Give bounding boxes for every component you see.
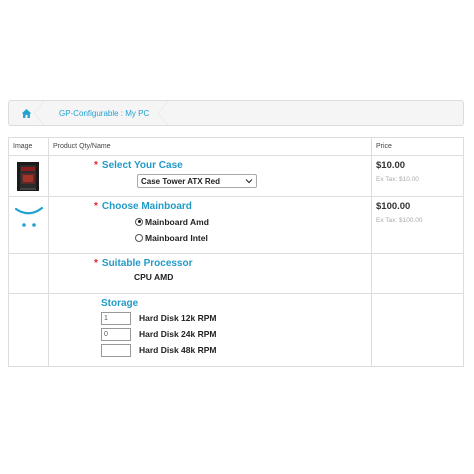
radio-button[interactable] <box>135 233 143 242</box>
home-icon <box>21 108 31 118</box>
breadcrumb: GP-Configurable : My PC <box>8 100 464 126</box>
mainboard-extax: Ex Tax: $100.00 <box>376 217 423 224</box>
storage-item-label: Hard Disk 48k RPM <box>139 345 217 355</box>
case-image-cell <box>8 155 49 197</box>
required-marker: * <box>94 258 98 269</box>
breadcrumb-home[interactable] <box>9 101 44 125</box>
breadcrumb-link-product[interactable]: GP-Configurable : My PC <box>43 101 169 125</box>
case-price-cell: $10.00 Ex Tax: $10.00 <box>371 155 464 197</box>
required-marker: * <box>94 201 98 212</box>
processor-value: CPU AMD <box>134 272 174 282</box>
chevron-down-icon <box>245 179 253 184</box>
storage-item-label: Hard Disk 24k RPM <box>139 329 217 339</box>
opencart-logo-icon <box>14 206 44 227</box>
mainboard-image-cell <box>8 196 49 254</box>
processor-option-title: * Suitable Processor <box>94 258 193 269</box>
quantity-input[interactable]: 0 <box>101 327 131 341</box>
table-row-storage: Storage 1 Hard Disk 12k RPM 0 Hard Disk … <box>8 293 464 367</box>
header-price: Price <box>371 137 464 156</box>
quantity-input[interactable]: 1 <box>101 311 131 325</box>
storage-item-row: Hard Disk 48k RPM <box>101 343 367 357</box>
mainboard-radio-amd[interactable]: Mainboard Amd <box>135 215 367 228</box>
header-product: Product Qty/Name <box>48 137 372 156</box>
radio-button-checked[interactable] <box>135 217 143 226</box>
processor-price-cell <box>371 253 464 294</box>
mainboard-price: $100.00 <box>376 201 411 212</box>
storage-option-cell: Storage 1 Hard Disk 12k RPM 0 Hard Disk … <box>48 293 372 367</box>
required-marker: * <box>94 160 98 171</box>
processor-option-cell: * Suitable Processor CPU AMD <box>48 253 372 294</box>
storage-image-cell <box>8 293 49 367</box>
case-option-cell: * Select Your Case Case Tower ATX Red <box>48 155 372 197</box>
product-options-table: Image Product Qty/Name Price * Select Yo… <box>8 137 464 367</box>
table-row-mainboard: * Choose Mainboard Mainboard Amd Mainboa… <box>8 196 464 254</box>
mainboard-option-cell: * Choose Mainboard Mainboard Amd Mainboa… <box>48 196 372 254</box>
table-row-case: * Select Your Case Case Tower ATX Red $1… <box>8 155 464 197</box>
case-select[interactable]: Case Tower ATX Red <box>137 174 257 188</box>
storage-item-label: Hard Disk 12k RPM <box>139 313 217 323</box>
processor-image-cell <box>8 253 49 294</box>
mainboard-radio-intel[interactable]: Mainboard Intel <box>135 231 367 244</box>
storage-option-title: Storage <box>101 298 139 309</box>
case-thumbnail[interactable] <box>17 162 39 191</box>
quantity-input[interactable] <box>101 343 131 357</box>
case-extax: Ex Tax: $10.00 <box>376 176 419 183</box>
case-price: $10.00 <box>376 160 406 171</box>
storage-price-cell <box>371 293 464 367</box>
case-option-title: * Select Your Case <box>94 160 183 171</box>
storage-item-row: 0 Hard Disk 24k RPM <box>101 327 367 341</box>
mainboard-price-cell: $100.00 Ex Tax: $100.00 <box>371 196 464 254</box>
table-row-processor: * Suitable Processor CPU AMD <box>8 253 464 294</box>
header-image: Image <box>8 137 49 156</box>
table-header-row: Image Product Qty/Name Price <box>8 137 464 156</box>
mainboard-option-title: * Choose Mainboard <box>94 201 192 212</box>
storage-item-row: 1 Hard Disk 12k RPM <box>101 311 367 325</box>
